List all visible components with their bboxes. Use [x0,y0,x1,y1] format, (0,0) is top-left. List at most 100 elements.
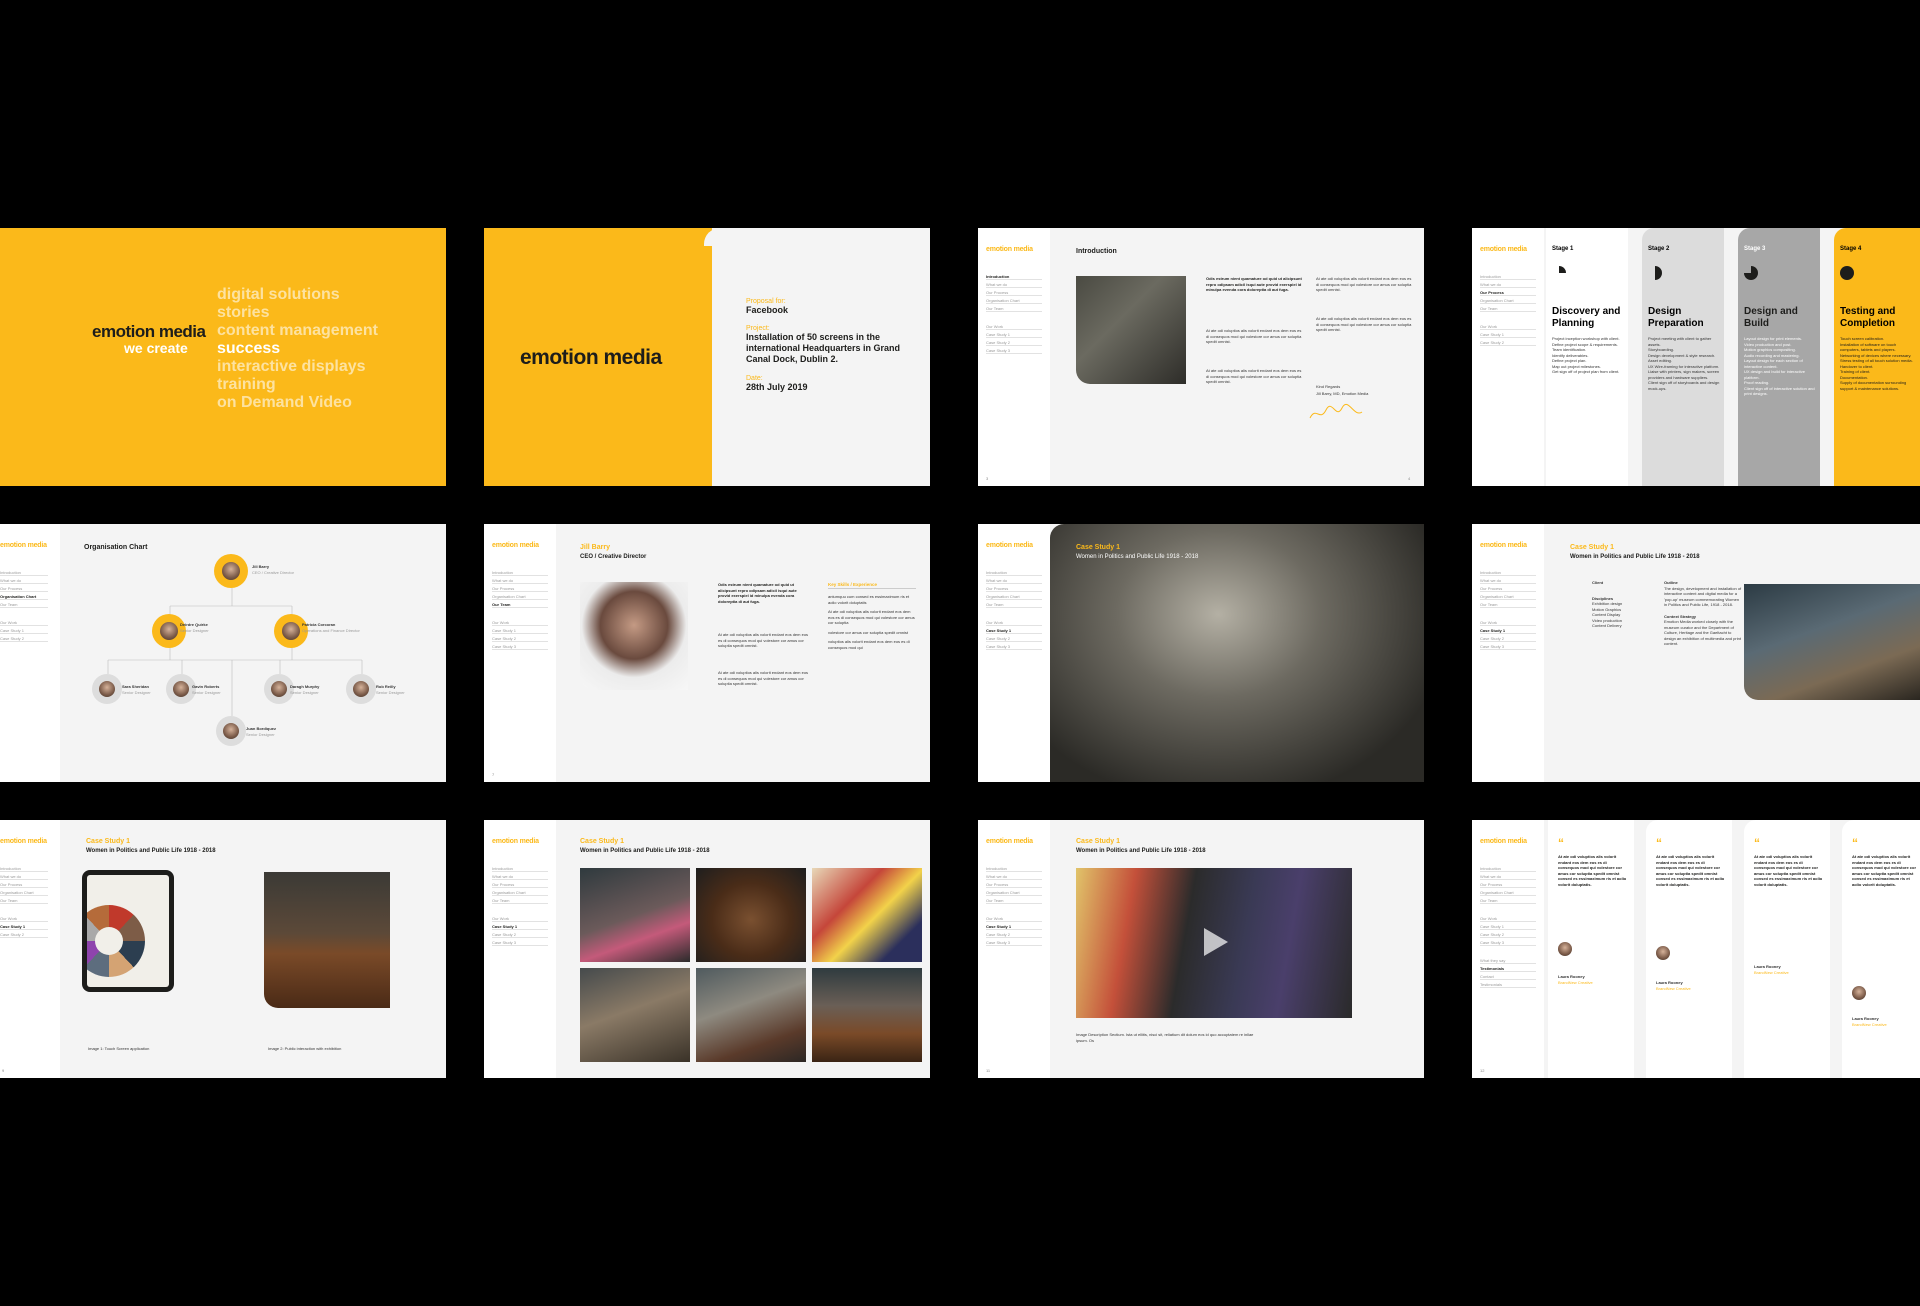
nav-item[interactable]: Our Process [0,880,48,888]
nav-item[interactable]: Case Study 1 [492,626,548,634]
slide-case-video[interactable]: emotion media Introduction What we do Ou… [978,820,1424,1078]
nav-item[interactable]: Our Work [986,618,1042,626]
nav-item[interactable]: Case Study 1 [1480,330,1536,338]
slide-case-hero[interactable]: emotion media Introduction What we do Ou… [978,524,1424,782]
slide-testimonials[interactable]: emotion media Introduction What we do Ou… [1472,820,1920,1078]
nav-item[interactable]: Organisation Chart [986,888,1042,896]
nav-item[interactable]: Introduction [1480,864,1536,872]
nav-item[interactable]: What we do [1480,872,1536,880]
nav-item[interactable]: Organisation Chart [0,888,48,896]
nav-item[interactable]: Organisation Chart [986,296,1042,304]
nav-item[interactable]: Our Process [492,880,548,888]
nav-item[interactable]: What we do [986,576,1042,584]
org-node[interactable] [346,674,376,704]
video-player[interactable] [1076,868,1352,1018]
nav-item[interactable]: Case Study 3 [1480,938,1536,946]
nav-item[interactable]: Our Process [492,584,548,592]
org-node[interactable] [216,716,246,746]
nav-item[interactable]: Introduction [986,568,1042,576]
nav-item[interactable]: Our Work [492,914,548,922]
nav-item[interactable]: Introduction [492,568,548,576]
nav-item[interactable]: What we do [986,280,1042,288]
nav-item[interactable]: Our Team [492,600,548,608]
nav-item[interactable]: Testimonials [1480,964,1536,972]
nav-item[interactable]: Case Study 2 [492,930,548,938]
slide-cover[interactable]: emotion media we create digital solution… [0,228,446,486]
nav-item[interactable]: Introduction [986,272,1042,280]
nav-item[interactable]: Our Team [492,896,548,904]
nav-item[interactable]: Case Study 1 [986,330,1042,338]
nav-item[interactable]: Our Process [1480,584,1536,592]
nav-item[interactable]: Our Team [1480,600,1536,608]
nav-item[interactable]: Organisation Chart [492,888,548,896]
nav-item[interactable]: What we do [1480,280,1536,288]
nav-item[interactable]: Case Study 1 [0,922,48,930]
nav-item[interactable]: What we do [986,872,1042,880]
slide-org-chart[interactable]: emotion media Introduction What we do Ou… [0,524,446,782]
nav-item[interactable]: Introduction [986,864,1042,872]
nav-item[interactable]: Organisation Chart [986,592,1042,600]
nav-item[interactable]: Our Work [1480,914,1536,922]
nav-item[interactable]: Case Study 2 [0,930,48,938]
nav-item[interactable]: Our Team [986,304,1042,312]
nav-item[interactable]: Case Study 2 [1480,634,1536,642]
nav-item[interactable]: What we do [0,872,48,880]
nav-item[interactable]: Case Study 1 [986,922,1042,930]
nav-item[interactable]: Our Team [0,896,48,904]
nav-item[interactable]: Our Work [492,618,548,626]
nav-item[interactable]: Organisation Chart [492,592,548,600]
nav-item[interactable]: Our Team [1480,896,1536,904]
nav-item[interactable]: What we do [492,576,548,584]
nav-item[interactable]: Case Study 3 [986,642,1042,650]
nav-item[interactable]: Our Work [986,322,1042,330]
nav-item[interactable]: Testimonials [1480,980,1536,988]
slide-proposal[interactable]: emotion media Proposal for: Facebook Pro… [484,228,930,486]
org-node[interactable] [92,674,122,704]
nav-item[interactable]: Case Study 3 [986,938,1042,946]
nav-item[interactable]: Case Study 1 [492,922,548,930]
nav-item[interactable]: Introduction [0,864,48,872]
nav-item[interactable]: Introduction [1480,272,1536,280]
nav-item[interactable]: Case Study 3 [492,642,548,650]
nav-item[interactable]: Case Study 3 [986,346,1042,354]
nav-item[interactable]: Our Team [1480,304,1536,312]
nav-item[interactable]: What they say [1480,956,1536,964]
nav-item[interactable]: Our Process [1480,880,1536,888]
slide-case-images[interactable]: emotion media Introduction What we do Ou… [0,820,446,1078]
slide-case-gallery[interactable]: emotion media Introduction What we do Ou… [484,820,930,1078]
nav-item[interactable]: What we do [1480,576,1536,584]
nav-item[interactable]: Our Team [986,896,1042,904]
slide-case-details[interactable]: emotion media Introduction What we do Ou… [1472,524,1920,782]
nav-item[interactable]: Organisation Chart [1480,592,1536,600]
slide-team-profile[interactable]: emotion media Introduction What we do Ou… [484,524,930,782]
nav-item[interactable]: Case Study 1 [1480,922,1536,930]
org-node-ceo[interactable] [214,554,248,588]
play-icon[interactable] [1192,920,1236,964]
nav-item[interactable]: What we do [492,872,548,880]
nav-item[interactable]: Case Study 1 [1480,626,1536,634]
nav-item[interactable]: Organisation Chart [1480,296,1536,304]
slide-process[interactable]: emotion media Introduction What we do Ou… [1472,228,1920,486]
nav-item[interactable]: Contact [1480,972,1536,980]
nav-item[interactable]: Introduction [492,864,548,872]
nav-item[interactable]: Our Work [1480,322,1536,330]
nav-item[interactable]: Our Process [1480,288,1536,296]
nav-item[interactable]: Case Study 2 [492,634,548,642]
nav-item[interactable]: Our Work [986,914,1042,922]
slide-introduction[interactable]: emotion media Introduction What we do Ou… [978,228,1424,486]
nav-item[interactable]: Case Study 2 [986,930,1042,938]
nav-item[interactable]: Case Study 3 [1480,642,1536,650]
nav-item[interactable]: Our Work [0,914,48,922]
nav-item[interactable]: Our Process [986,584,1042,592]
nav-item[interactable]: Case Study 3 [492,938,548,946]
nav-item[interactable]: Our Work [1480,618,1536,626]
nav-item[interactable]: Case Study 2 [986,338,1042,346]
nav-item[interactable]: Case Study 1 [986,626,1042,634]
nav-item[interactable]: Case Study 2 [1480,338,1536,346]
nav-item[interactable]: Case Study 2 [986,634,1042,642]
nav-item[interactable]: Case Study 2 [1480,930,1536,938]
nav-item[interactable]: Introduction [1480,568,1536,576]
nav-item[interactable]: Our Process [986,288,1042,296]
nav-item[interactable]: Our Team [986,600,1042,608]
nav-item[interactable]: Our Process [986,880,1042,888]
